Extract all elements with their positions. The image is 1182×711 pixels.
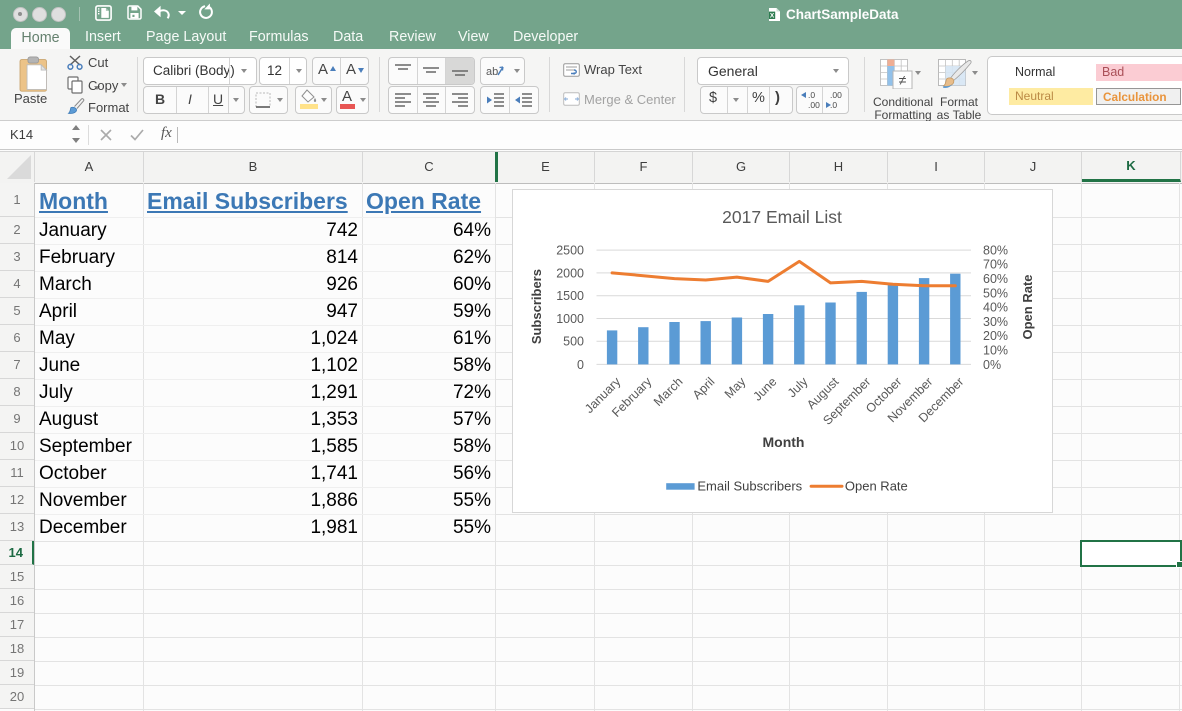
svg-text:2017 Email List: 2017 Email List	[722, 207, 842, 227]
svg-text:2500: 2500	[556, 244, 584, 258]
svg-text:500: 500	[563, 335, 584, 349]
svg-text:30%: 30%	[983, 315, 1008, 329]
svg-text:1500: 1500	[556, 289, 584, 303]
svg-text:40%: 40%	[983, 301, 1008, 315]
svg-text:Open Rate: Open Rate	[1020, 274, 1035, 339]
svg-text:10%: 10%	[983, 344, 1008, 358]
svg-text:0%: 0%	[983, 358, 1001, 372]
svg-text:Email Subscribers: Email Subscribers	[697, 479, 802, 494]
svg-text:Subscribers: Subscribers	[529, 269, 544, 344]
svg-text:50%: 50%	[983, 286, 1008, 300]
svg-text:20%: 20%	[983, 329, 1008, 343]
svg-text:≠: ≠	[899, 72, 907, 88]
svg-text:Open Rate: Open Rate	[845, 479, 908, 494]
svg-text:ab: ab	[486, 66, 498, 78]
svg-text:Month: Month	[763, 434, 805, 450]
svg-text:80%: 80%	[983, 243, 1008, 257]
svg-text:0: 0	[577, 358, 584, 372]
svg-text:2000: 2000	[556, 266, 584, 280]
svg-text:X: X	[770, 13, 775, 20]
svg-text:1000: 1000	[556, 312, 584, 326]
svg-text:70%: 70%	[983, 258, 1008, 272]
svg-text:60%: 60%	[983, 272, 1008, 286]
